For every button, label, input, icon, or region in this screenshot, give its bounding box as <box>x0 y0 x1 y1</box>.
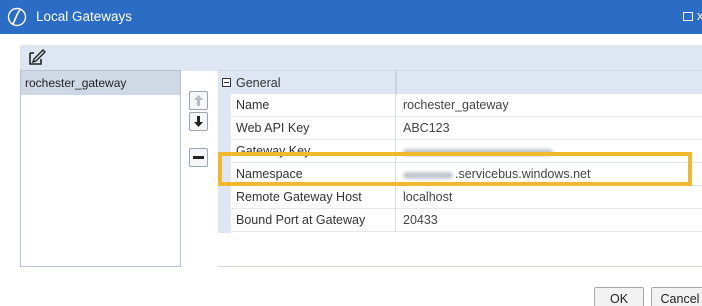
column-divider <box>395 117 396 140</box>
app-logo-icon <box>7 7 27 27</box>
column-divider <box>395 163 396 186</box>
property-row-remote-gateway-host[interactable]: Remote Gateway Host localhost <box>231 186 702 209</box>
property-row-web-api-key[interactable]: Web API Key ABC123 <box>231 117 702 140</box>
category-label: General <box>236 76 281 90</box>
cancel-button[interactable]: Cancel <box>651 287 702 306</box>
redacted-value <box>403 172 453 179</box>
grid-gutter <box>218 71 231 233</box>
property-value[interactable]: rochester_gateway <box>403 98 509 112</box>
move-up-icon <box>194 95 203 106</box>
ok-button[interactable]: OK <box>594 287 644 306</box>
column-divider <box>395 186 396 209</box>
property-row-gateway-key[interactable]: Gateway Key <box>231 140 702 163</box>
column-divider <box>395 209 396 232</box>
maximize-icon[interactable] <box>683 12 693 21</box>
property-key: Name <box>236 98 270 112</box>
column-divider <box>395 140 396 163</box>
list-item-rochester-gateway[interactable]: rochester_gateway <box>21 71 180 95</box>
property-key: Gateway Key <box>236 144 311 158</box>
toolbar <box>20 45 702 71</box>
list-item-label: rochester_gateway <box>25 76 127 90</box>
property-value[interactable]: .servicebus.windows.net <box>455 167 590 181</box>
property-key: Namespace <box>236 167 303 181</box>
property-key: Remote Gateway Host <box>236 190 362 204</box>
remove-button[interactable] <box>189 148 208 167</box>
window-title: Local Gateways <box>36 9 133 24</box>
property-key: Web API Key <box>236 121 310 135</box>
title-bar: Local Gateways x <box>0 0 702 34</box>
remove-icon <box>193 156 204 159</box>
move-down-button[interactable] <box>189 112 208 131</box>
edit-icon[interactable] <box>28 48 46 66</box>
property-value[interactable]: localhost <box>403 190 452 204</box>
move-up-button[interactable] <box>189 91 208 110</box>
move-down-icon <box>194 116 203 127</box>
gateway-list[interactable]: rochester_gateway <box>20 70 181 267</box>
column-divider <box>395 71 397 94</box>
collapse-icon[interactable] <box>222 78 231 87</box>
property-value[interactable]: 20433 <box>403 213 438 227</box>
property-row-namespace[interactable]: Namespace .servicebus.windows.net <box>231 163 702 186</box>
property-row-bound-port[interactable]: Bound Port at Gateway 20433 <box>231 209 702 232</box>
property-row-name[interactable]: Name rochester_gateway <box>231 94 702 117</box>
category-general[interactable]: General <box>218 71 702 94</box>
column-divider <box>395 94 396 117</box>
close-icon[interactable]: x <box>697 8 702 23</box>
property-grid: General Name rochester_gateway Web API K… <box>218 70 702 267</box>
property-value[interactable]: ABC123 <box>403 121 450 135</box>
dialog-content: rochester_gateway General Name rochester… <box>0 34 702 306</box>
property-key: Bound Port at Gateway <box>236 213 366 227</box>
redacted-value <box>403 149 553 156</box>
